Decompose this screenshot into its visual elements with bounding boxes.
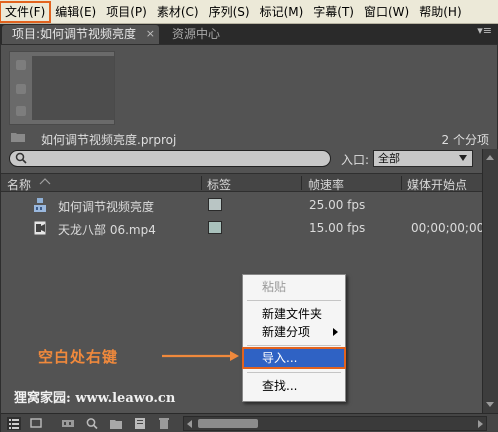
menu-help[interactable]: 帮助(H): [414, 2, 466, 22]
entry-select[interactable]: 全部: [373, 150, 473, 167]
menu-item-new-item[interactable]: 新建分项: [244, 323, 344, 341]
bottom-toolbar: [1, 413, 498, 432]
icon-view-icon[interactable]: [29, 417, 43, 430]
context-menu: 粘贴 新建文件夹 新建分项 导入... 查找...: [242, 274, 346, 402]
video-clip-icon: [33, 220, 47, 236]
project-file-name: 如何调节视频亮度.prproj: [41, 133, 177, 147]
column-divider[interactable]: [201, 176, 202, 190]
menu-window[interactable]: 窗口(W): [359, 2, 414, 22]
column-media-start[interactable]: 媒体开始点: [407, 176, 467, 193]
search-input[interactable]: [9, 150, 331, 167]
search-icon: [15, 152, 27, 164]
menu-file[interactable]: 文件(F): [0, 0, 52, 23]
scroll-up-icon[interactable]: [486, 155, 494, 160]
automate-to-sequence-icon[interactable]: [61, 417, 75, 430]
menu-divider: [247, 372, 341, 373]
item-name: 如何调节视频亮度: [58, 200, 155, 214]
table-row[interactable]: 如何调节视频亮度 25.00 fps: [1, 194, 482, 216]
column-label[interactable]: 标签: [207, 176, 231, 193]
list-view-icon[interactable]: [7, 417, 21, 430]
menu-sequence[interactable]: 序列(S): [204, 2, 255, 22]
panel-tabbar: 项目:如何调节视频亮度 × 资源中心 ▾≡: [0, 24, 498, 44]
chevron-down-icon: [459, 155, 467, 161]
new-bin-icon[interactable]: [109, 417, 123, 430]
preview-thumbnail: [9, 51, 115, 125]
menu-clip[interactable]: 素材(C): [152, 2, 204, 22]
tab-project[interactable]: 项目:如何调节视频亮度 ×: [2, 25, 159, 44]
vertical-scrollbar[interactable]: [482, 149, 498, 413]
menu-item-import[interactable]: 导入...: [242, 347, 346, 369]
thumbnail-image: [32, 56, 114, 120]
submenu-arrow-icon: [333, 328, 338, 336]
sort-arrow-icon[interactable]: [39, 177, 51, 187]
menu-item-new-folder[interactable]: 新建文件夹: [244, 305, 344, 323]
menubar: 文件(F) 编辑(E) 项目(P) 素材(C) 序列(S) 标记(M) 字幕(T…: [0, 0, 498, 24]
menu-marker[interactable]: 标记(M): [255, 2, 309, 22]
scrollbar-thumb[interactable]: [198, 419, 258, 428]
item-frame-rate: 15.00 fps: [309, 221, 366, 235]
play-icon[interactable]: [16, 106, 26, 116]
scroll-down-icon[interactable]: [486, 402, 494, 407]
item-frame-rate: 25.00 fps: [309, 198, 366, 212]
close-icon[interactable]: ×: [146, 25, 155, 43]
item-media-start: 00;00;00;00: [411, 221, 485, 235]
find-icon[interactable]: [85, 417, 99, 430]
entry-select-value: 全部: [378, 152, 400, 165]
table-header: 名称 标签 帧速率 媒体开始点: [1, 173, 482, 192]
column-name[interactable]: 名称: [7, 176, 31, 193]
label-color-swatch[interactable]: [208, 221, 222, 234]
watermark: 狸窝家园: www.leawo.cn: [14, 391, 176, 406]
entry-label: 入口:: [341, 153, 370, 167]
column-divider[interactable]: [301, 176, 302, 190]
tab-resource-center[interactable]: 资源中心: [162, 25, 228, 44]
column-divider[interactable]: [401, 176, 402, 190]
menu-project[interactable]: 项目(P): [101, 2, 152, 22]
menu-edit[interactable]: 编辑(E): [50, 2, 101, 22]
sequence-icon: [34, 198, 46, 212]
film-icon: [16, 84, 26, 94]
item-count: 2 个分项: [441, 133, 489, 147]
column-frame-rate[interactable]: 帧速率: [308, 176, 344, 193]
horizontal-scrollbar[interactable]: [183, 416, 487, 431]
menu-title[interactable]: 字幕(T): [308, 2, 359, 22]
tab-project-label: 项目:如何调节视频亮度: [12, 27, 137, 41]
menu-item-new-item-label: 新建分项: [262, 325, 311, 339]
menu-item-find[interactable]: 查找...: [244, 377, 344, 395]
item-name: 天龙八部 06.mp4: [58, 223, 156, 237]
panel-menu-icon[interactable]: ▾≡: [477, 24, 492, 37]
thumbnail-controls: [10, 52, 32, 126]
film-icon: [16, 60, 26, 70]
annotation-text: 空白处右键: [38, 348, 119, 366]
table-row[interactable]: 天龙八部 06.mp4 15.00 fps 00;00;00;00: [1, 217, 485, 239]
menu-divider: [247, 345, 341, 346]
folder-icon: [11, 131, 25, 145]
new-item-icon[interactable]: [133, 417, 147, 430]
annotation-arrow-icon: [162, 351, 239, 361]
scroll-right-icon[interactable]: [478, 420, 483, 428]
label-color-swatch[interactable]: [208, 198, 222, 211]
menu-divider: [247, 300, 341, 301]
menu-item-paste: 粘贴: [262, 280, 287, 294]
trash-icon[interactable]: [157, 417, 171, 430]
scroll-left-icon[interactable]: [187, 420, 192, 428]
